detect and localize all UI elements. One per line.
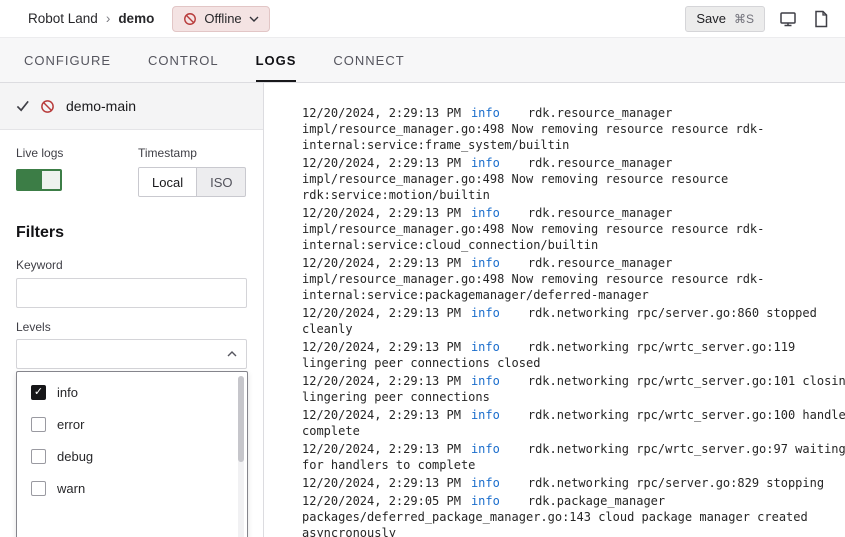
check-icon — [16, 99, 30, 113]
chevron-down-icon — [249, 16, 259, 22]
log-level[interactable]: info — [471, 408, 500, 422]
live-logs-toggle[interactable] — [16, 169, 62, 191]
log-timestamp: 12/20/2024, 2:29:13 PM — [302, 442, 461, 456]
log-timestamp: 12/20/2024, 2:29:13 PM — [302, 306, 461, 320]
status-badge-label: Offline — [204, 11, 241, 26]
log-entry: 12/20/2024, 2:29:13 PM info rdk.networking… — [302, 475, 845, 491]
timestamp-segmented-control: Local ISO — [138, 167, 246, 197]
levels-select[interactable] — [16, 339, 247, 369]
log-timestamp: 12/20/2024, 2:29:13 PM — [302, 156, 461, 170]
timestamp-option-iso[interactable]: ISO — [197, 168, 245, 196]
log-entry: 12/20/2024, 2:29:13 PMinfordk.networking… — [302, 407, 845, 439]
levels-option-warn[interactable]: warn — [17, 472, 247, 504]
breadcrumb-separator: › — [106, 11, 111, 26]
dropdown-scrollbar-thumb[interactable] — [238, 376, 244, 462]
log-timestamp: 12/20/2024, 2:29:05 PM — [302, 494, 461, 508]
log-timestamp: 12/20/2024, 2:29:13 PM — [302, 408, 461, 422]
log-entry: 12/20/2024, 2:29:13 PMinfordk.networking… — [302, 339, 845, 371]
part-name: demo-main — [66, 98, 136, 114]
log-timestamp: 12/20/2024, 2:29:13 PM — [302, 106, 461, 120]
log-entry: 12/20/2024, 2:29:05 PMinfordk.package_ma… — [302, 493, 845, 537]
document-icon[interactable] — [811, 8, 831, 30]
filters-title: Filters — [16, 223, 247, 242]
save-button-label: Save — [696, 11, 726, 26]
levels-label: Levels — [16, 320, 247, 334]
breadcrumb-parent[interactable]: Robot Land — [28, 11, 98, 26]
log-level[interactable]: info — [471, 494, 500, 508]
dropdown-scrollbar[interactable] — [238, 376, 244, 537]
header-actions: Save ⌘S — [685, 6, 831, 32]
timestamp-option-local[interactable]: Local — [139, 168, 197, 196]
levels-option-label: warn — [57, 481, 85, 496]
log-message: rdk.networking rpc/server.go:829 stoppin… — [528, 476, 824, 490]
app-window: Robot Land › demo Offline Save ⌘S — [0, 0, 845, 537]
log-level[interactable]: info — [471, 340, 500, 354]
tab-control[interactable]: CONTROL — [148, 38, 219, 82]
tab-connect[interactable]: CONNECT — [333, 38, 404, 82]
levels-option-label: debug — [57, 449, 93, 464]
offline-prohibit-icon — [40, 99, 55, 114]
save-shortcut: ⌘S — [734, 12, 754, 26]
log-level[interactable]: info — [471, 476, 500, 490]
log-timestamp: 12/20/2024, 2:29:13 PM — [302, 340, 461, 354]
levels-option-info[interactable]: ✓ info — [17, 376, 247, 408]
toggle-knob — [42, 171, 60, 189]
log-level[interactable]: info — [471, 306, 500, 320]
log-entry: 12/20/2024, 2:29:13 PMinfordk.resource_m… — [302, 105, 845, 153]
log-entry: 12/20/2024, 2:29:13 PMinfordk.networking… — [302, 441, 845, 473]
log-level[interactable]: info — [471, 206, 500, 220]
levels-dropdown: ✓ info error debug warn — [16, 371, 248, 537]
checkbox-error[interactable] — [31, 417, 46, 432]
log-entries: 12/20/2024, 2:29:13 PMinfordk.resource_m… — [302, 105, 845, 537]
levels-option-label: error — [57, 417, 84, 432]
part-row-demo-main[interactable]: demo-main — [0, 83, 263, 130]
keyword-input[interactable] — [16, 278, 247, 308]
app-header: Robot Land › demo Offline Save ⌘S — [0, 0, 845, 38]
tab-bar: CONFIGURE CONTROL LOGS CONNECT — [0, 38, 845, 83]
live-logs-label: Live logs — [16, 146, 138, 160]
levels-option-error[interactable]: error — [17, 408, 247, 440]
log-entry: 12/20/2024, 2:29:13 PMinfordk.resource_m… — [302, 155, 845, 203]
checkbox-debug[interactable] — [31, 449, 46, 464]
log-level[interactable]: info — [471, 374, 500, 388]
checkbox-checked-info[interactable]: ✓ — [31, 385, 46, 400]
log-entry: 12/20/2024, 2:29:13 PMinfordk.resource_m… — [302, 205, 845, 253]
levels-option-list: ✓ info error debug warn — [17, 376, 247, 504]
breadcrumb: Robot Land › demo — [28, 11, 154, 26]
levels-option-debug[interactable]: debug — [17, 440, 247, 472]
log-level[interactable]: info — [471, 156, 500, 170]
levels-option-label: info — [57, 385, 78, 400]
log-entry: 12/20/2024, 2:29:13 PMinfordk.networking… — [302, 305, 845, 337]
log-pane: 12/20/2024, 2:29:13 PMinfordk.resource_m… — [264, 83, 845, 537]
tab-logs[interactable]: LOGS — [256, 38, 297, 82]
log-entry: 12/20/2024, 2:29:13 PMinfordk.resource_m… — [302, 255, 845, 303]
save-button[interactable]: Save ⌘S — [685, 6, 765, 32]
log-timestamp: 12/20/2024, 2:29:13 PM — [302, 206, 461, 220]
logs-sidebar: demo-main Live logs Timestamp Local I — [0, 83, 264, 537]
chevron-up-icon — [227, 351, 237, 357]
tab-configure[interactable]: CONFIGURE — [24, 38, 111, 82]
log-level[interactable]: info — [471, 106, 500, 120]
log-controls: Live logs Timestamp Local ISO Filters — [0, 130, 263, 385]
machine-status-badge[interactable]: Offline — [172, 6, 269, 32]
log-level[interactable]: info — [471, 256, 500, 270]
log-timestamp: 12/20/2024, 2:29:13 PM — [302, 256, 461, 270]
checkbox-warn[interactable] — [31, 481, 46, 496]
log-entry: 12/20/2024, 2:29:13 PMinfordk.networking… — [302, 373, 845, 405]
breadcrumb-current: demo — [118, 11, 154, 26]
log-timestamp: 12/20/2024, 2:29:13 PM — [302, 374, 461, 388]
log-timestamp: 12/20/2024, 2:29:13 PM — [302, 476, 461, 490]
timestamp-label: Timestamp — [138, 146, 246, 160]
log-level[interactable]: info — [471, 442, 500, 456]
keyword-label: Keyword — [16, 258, 247, 272]
page-body: demo-main Live logs Timestamp Local I — [0, 83, 845, 537]
offline-prohibit-icon — [183, 12, 197, 26]
monitor-icon[interactable] — [777, 8, 799, 30]
